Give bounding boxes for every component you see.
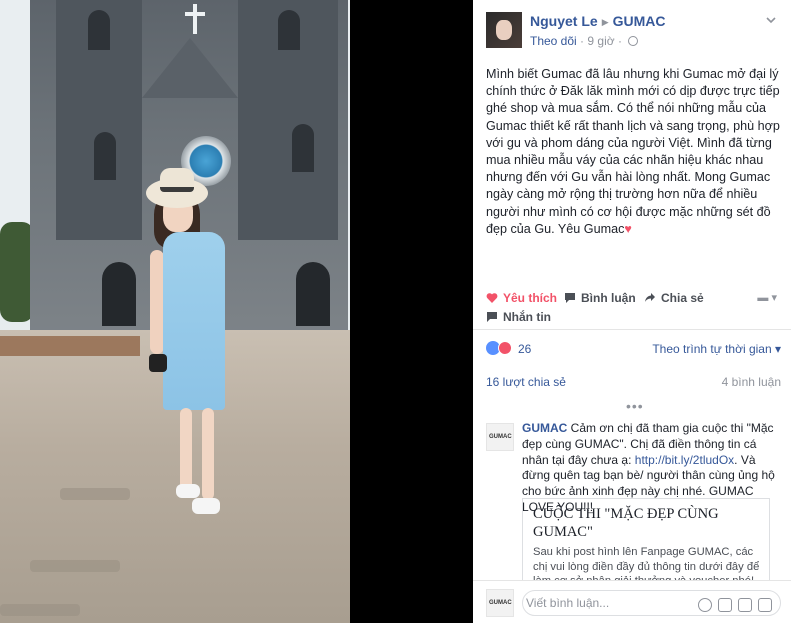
post-text: Mình biết Gumac đã lâu nhưng khi Gumac m… — [486, 67, 780, 236]
comment-count: 4 bình luận — [721, 375, 781, 389]
share-count[interactable]: 16 lượt chia sẻ — [486, 375, 566, 389]
globe-icon — [628, 36, 639, 46]
share-options-icon[interactable]: ▬ ▾ — [757, 291, 777, 304]
meta-separator: · — [617, 34, 626, 48]
photo-door — [296, 262, 330, 326]
comment-order-dropdown[interactable]: Theo trình tự thời gian ▾ — [652, 342, 781, 356]
photo-window — [278, 10, 300, 50]
composer-avatar: GUMAC — [486, 589, 514, 617]
photo-dress — [163, 232, 225, 410]
photo-shoe — [176, 484, 200, 498]
like-button[interactable]: Yêu thích — [486, 291, 557, 305]
arrow-right-icon: ▶ — [601, 17, 609, 27]
more-comments-icon[interactable]: ••• — [626, 398, 644, 414]
share-button[interactable]: Chia sẻ — [644, 291, 704, 305]
comment-icon — [565, 293, 575, 303]
post-body: Mình biết Gumac đã lâu nhưng khi Gumac m… — [486, 66, 781, 238]
photo-window — [292, 124, 314, 172]
card-title: CUỘC THI "MẶC ĐẸP CÙNG GUMAC" — [533, 506, 719, 540]
message-label: Nhắn tin — [503, 310, 551, 324]
follow-link[interactable]: Theo dõi — [530, 34, 577, 48]
photo-shoe — [192, 498, 220, 514]
comment-label: Bình luận — [581, 291, 636, 305]
reactions-row: 26 Theo trình tự thời gian ▾ — [473, 331, 791, 365]
photo-leg — [180, 408, 192, 490]
post-panel: Nguyet Le ▶ GUMAC Theo dõi · 9 giờ · Mình … — [473, 0, 791, 623]
photo-window — [88, 10, 110, 50]
camera-icon[interactable] — [718, 597, 732, 612]
photo-bag — [149, 354, 167, 372]
stats-row: 16 lượt chia sẻ 4 bình luận — [473, 366, 791, 396]
photo-door — [102, 262, 136, 326]
photo-leg — [202, 408, 214, 500]
sticker-icon[interactable] — [758, 597, 772, 612]
commenter-avatar[interactable]: GUMAC — [486, 423, 514, 451]
post-photo[interactable] — [0, 0, 350, 623]
photo-hat-crown — [160, 168, 194, 192]
author-avatar[interactable] — [486, 12, 522, 48]
photo-cross-bar — [185, 12, 205, 16]
like-label: Yêu thích — [503, 291, 558, 305]
comment-composer: GUMAC Viết bình luận... — [473, 580, 791, 623]
reaction-count[interactable]: 26 — [518, 342, 531, 356]
photo-stone — [30, 560, 120, 572]
action-bar: Yêu thích Bình luận Chia sẻ ▬ ▾ Nhắn tin — [473, 286, 791, 330]
page-name[interactable]: GUMAC — [613, 13, 666, 29]
commenter-avatar-text: GUMAC — [489, 434, 512, 440]
gif-icon[interactable] — [738, 597, 752, 612]
comment-button[interactable]: Bình luận — [564, 291, 636, 305]
post-meta: Theo dõi · 9 giờ · — [530, 34, 639, 48]
share-label: Chia sẻ — [661, 291, 704, 305]
heart-icon: ♥ — [624, 221, 632, 236]
author-name[interactable]: Nguyet Le — [530, 13, 598, 29]
post-time[interactable]: 9 giờ — [587, 34, 614, 48]
composer-icons — [692, 596, 772, 614]
photo-bench — [0, 336, 140, 356]
photo-cross — [193, 4, 197, 34]
message-button[interactable]: Nhắn tin — [486, 310, 551, 324]
love-reaction-icon[interactable] — [498, 341, 512, 355]
comment-link[interactable]: http://bit.ly/2tludOx — [635, 453, 734, 467]
commenter-name[interactable]: GUMAC — [522, 421, 567, 435]
author-line: Nguyet Le ▶ GUMAC — [530, 13, 666, 29]
message-icon — [487, 312, 497, 322]
composer-avatar-text: GUMAC — [489, 600, 512, 606]
photo-arm — [150, 250, 164, 354]
photo-tree — [0, 222, 34, 322]
photo-stone — [0, 604, 80, 616]
emoji-icon[interactable] — [698, 597, 712, 612]
link-preview-card[interactable]: CUỘC THI "MẶC ĐẸP CÙNG GUMAC" Sau khi po… — [522, 498, 770, 586]
photo-stone — [60, 488, 130, 500]
heart-reaction-icon — [486, 293, 498, 303]
comment-placeholder: Viết bình luận... — [526, 596, 610, 610]
comment-input[interactable]: Viết bình luận... — [522, 590, 781, 616]
chevron-down-icon[interactable] — [765, 14, 777, 26]
photo-window — [94, 132, 116, 180]
post-header: Nguyet Le ▶ GUMAC Theo dõi · 9 giờ · — [473, 0, 791, 60]
share-icon — [645, 293, 655, 302]
